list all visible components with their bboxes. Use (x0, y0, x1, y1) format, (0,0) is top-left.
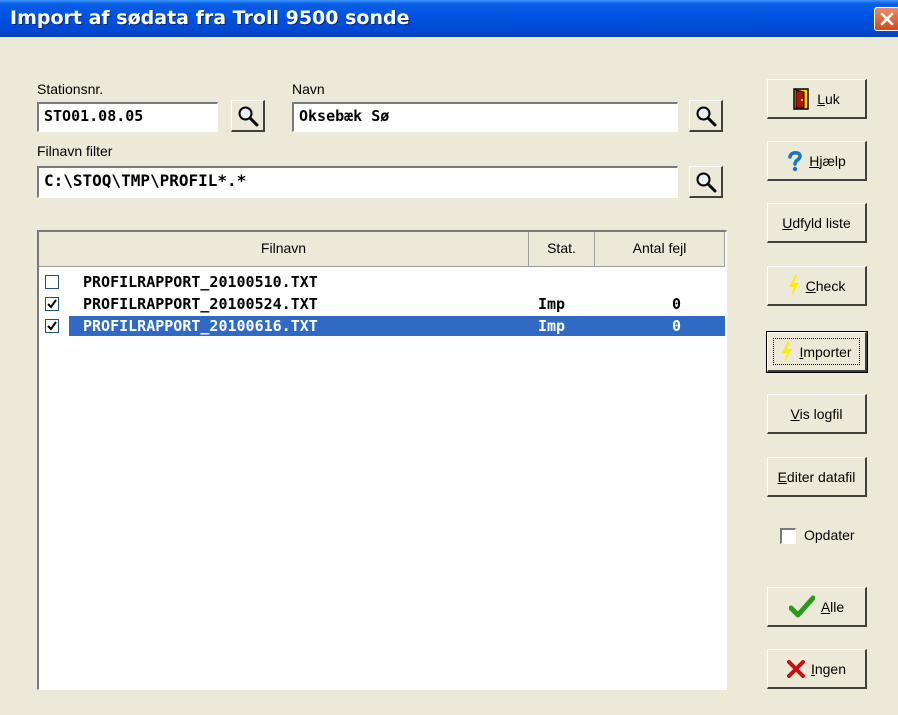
filter-search-button[interactable] (689, 166, 723, 198)
file-list[interactable]: Filnavn Stat. Antal fejl PROFILRAPPORT_2… (37, 230, 727, 690)
table-row[interactable]: PROFILRAPPORT_20100616.TXT Imp 0 (39, 316, 725, 336)
editer-datafil-button[interactable]: Editer datafil (767, 457, 867, 497)
check-underline: C (805, 277, 816, 294)
cell-stat: Imp (538, 295, 566, 313)
editer-underline: E (777, 468, 787, 485)
window-title: Import af sødata fra Troll 9500 sonde (10, 7, 410, 29)
row-checkbox[interactable] (45, 319, 59, 333)
alle-label: lle (830, 598, 845, 615)
lightning-icon (782, 340, 793, 363)
station-label: Stationsnr. (37, 81, 104, 97)
check-button[interactable]: Check (767, 266, 867, 306)
question-icon (788, 150, 802, 171)
filter-input[interactable]: C:\STOQ\TMP\PROFIL*.* (37, 166, 678, 198)
check-label: heck (815, 277, 846, 294)
checkmark-icon (788, 595, 815, 617)
row-checkbox[interactable] (45, 275, 59, 289)
checkmark-icon (47, 299, 57, 309)
magnifier-icon (238, 106, 259, 127)
magnifier-icon (696, 106, 717, 127)
ingen-label: ngen (814, 660, 847, 677)
magnifier-icon (696, 172, 717, 193)
opdater-checkbox[interactable] (780, 528, 796, 544)
help-underline: H (809, 152, 820, 169)
lightning-icon (788, 274, 799, 297)
close-button[interactable] (874, 7, 898, 31)
vislog-underline: V (790, 405, 800, 422)
importer-button[interactable]: Importer (766, 331, 868, 373)
cell-errors: 0 (672, 317, 682, 335)
cell-filename: PROFILRAPPORT_20100524.TXT (83, 295, 318, 313)
close-icon (880, 12, 894, 26)
help-label: jælp (819, 152, 846, 169)
title-bar[interactable]: Import af sødata fra Troll 9500 sonde (0, 0, 898, 37)
table-row[interactable]: PROFILRAPPORT_20100524.TXT Imp 0 (39, 294, 725, 314)
help-button[interactable]: Hjælp (767, 141, 867, 181)
column-header-stat[interactable]: Stat. (529, 232, 595, 267)
udfyld-label: dfyld liste (792, 214, 851, 231)
column-header-filnavn[interactable]: Filnavn (39, 232, 529, 267)
cell-filename: PROFILRAPPORT_20100616.TXT (83, 317, 318, 335)
alle-underline: A (820, 598, 831, 615)
udfyld-liste-button[interactable]: Udfyld liste (767, 203, 867, 243)
editer-label: diter datafil (786, 468, 856, 485)
importer-label: mporter (803, 343, 852, 360)
door-icon (793, 87, 809, 110)
cell-filename: PROFILRAPPORT_20100510.TXT (83, 273, 318, 291)
import-dialog: Import af sødata fra Troll 9500 sonde St… (0, 0, 898, 715)
column-header-antal-fejl[interactable]: Antal fejl (595, 232, 725, 267)
vislog-label: is logfil (799, 405, 843, 422)
name-input[interactable]: Oksebæk Sø (292, 102, 678, 132)
station-input[interactable]: STO01.08.05 (37, 102, 218, 132)
vis-logfil-button[interactable]: Vis logfil (767, 394, 867, 434)
table-row[interactable]: PROFILRAPPORT_20100510.TXT (39, 272, 725, 292)
luk-label: uk (825, 90, 840, 107)
ingen-button[interactable]: Ingen (767, 649, 867, 689)
station-search-button[interactable] (231, 100, 265, 132)
luk-button[interactable]: Luk (767, 79, 867, 119)
luk-underline: L (817, 90, 825, 107)
checkmark-icon (47, 321, 57, 331)
alle-button[interactable]: Alle (767, 587, 867, 627)
name-label: Navn (292, 81, 325, 97)
cell-errors: 0 (672, 295, 682, 313)
udfyld-underline: U (782, 214, 793, 231)
x-icon (786, 659, 805, 678)
row-checkbox[interactable] (45, 297, 59, 311)
filter-label: Filnavn filter (37, 143, 113, 159)
cell-stat: Imp (538, 317, 566, 335)
opdater-label: Opdater (804, 527, 855, 543)
name-search-button[interactable] (689, 100, 723, 132)
